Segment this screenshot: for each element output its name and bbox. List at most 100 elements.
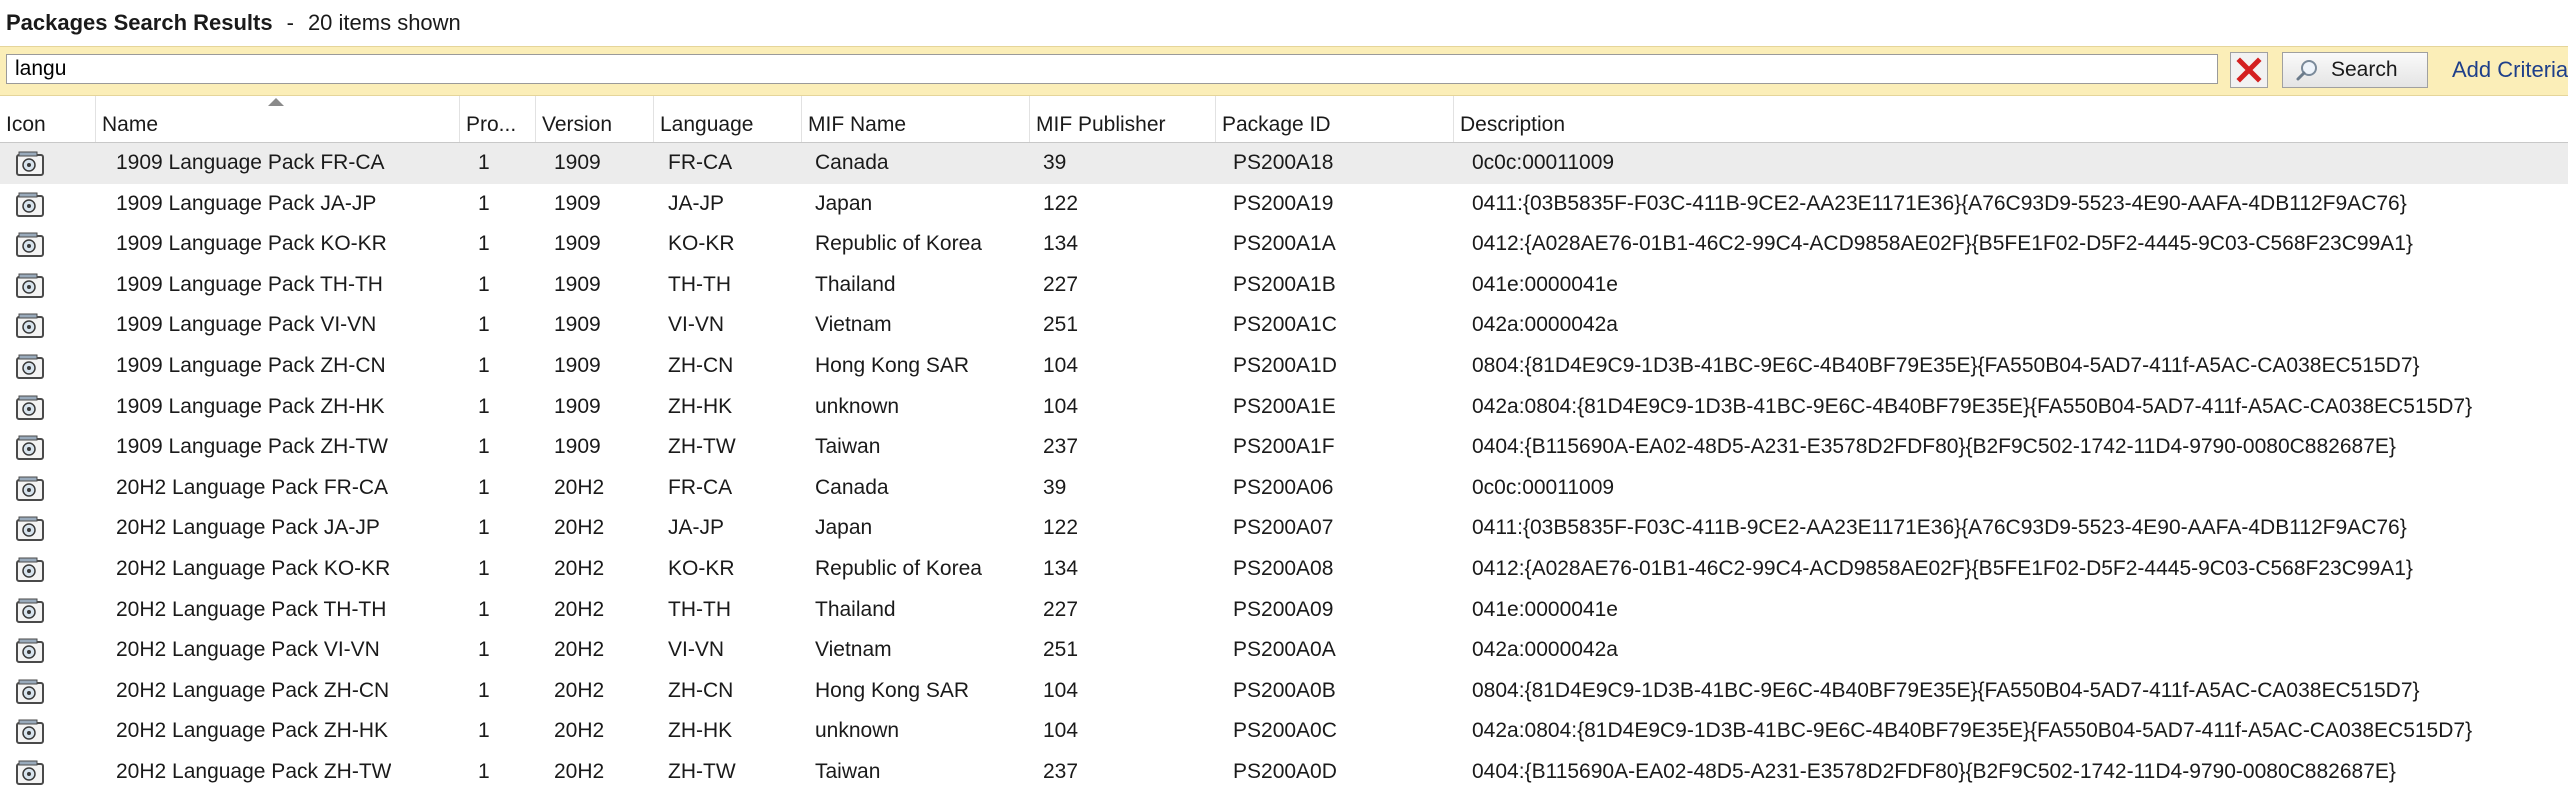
version-cell: 20H2 (554, 638, 605, 662)
version-cell: 1909 (554, 272, 601, 296)
table-row[interactable]: 1909 Language Pack FR-CA 1 1909 FR-CA Canada… (0, 143, 2568, 184)
mif-name-cell: Hong Kong SAR (815, 353, 970, 377)
mif-name-cell: Republic of Korea (815, 232, 982, 256)
table-row[interactable]: 20H2 Language Pack JA-JP 1 20H2 JA-JP Japan 1… (0, 508, 2568, 549)
mif-name-cell: Canada (815, 475, 889, 499)
mif-publisher-cell: 104 (1043, 394, 1079, 418)
pro-cell: 1 (478, 232, 490, 256)
mif-name-cell: Hong Kong SAR (815, 678, 970, 702)
name-cell: 20H2 Language Pack TH-TH (116, 597, 387, 621)
package-icon (16, 435, 44, 461)
name-cell: 20H2 Language Pack ZH-TW (116, 759, 392, 783)
package-icon (16, 598, 44, 623)
pro-cell: 1 (478, 191, 490, 215)
search-button[interactable]: Search (2282, 52, 2428, 88)
package-icon (16, 354, 44, 379)
grid-header: Icon Name Pro... Version Language MIF Na… (0, 96, 2568, 143)
table-row[interactable]: 1909 Language Pack KO-KR 1 1909 KO-KR Republ… (0, 224, 2568, 265)
package-id-cell: PS200A09 (1233, 597, 1334, 621)
table-row[interactable]: 1909 Language Pack ZH-CN 1 1909 ZH-CN Hong K… (0, 346, 2568, 387)
pro-cell: 1 (478, 353, 490, 377)
description-cell: 041e:0000041e (1472, 597, 1618, 621)
table-row[interactable]: 20H2 Language Pack VI-VN 1 20H2 VI-VN Vietna… (0, 630, 2568, 671)
column-header-icon[interactable]: Icon (0, 96, 96, 142)
results-title: Packages Search Results (6, 10, 273, 35)
column-header-mif-name[interactable]: MIF Name (802, 96, 1030, 142)
package-icon (16, 192, 44, 217)
package-icon (16, 638, 44, 664)
table-row[interactable]: 1909 Language Pack ZH-TW 1 1909 ZH-TW Taiwan… (0, 427, 2568, 468)
language-cell: ZH-HK (668, 394, 733, 418)
add-criteria-link[interactable]: Add Criteria (2452, 57, 2568, 83)
mif-name-cell: Vietnam (815, 313, 892, 337)
name-cell: 1909 Language Pack JA-JP (116, 191, 377, 215)
language-cell: JA-JP (668, 516, 725, 540)
table-row[interactable]: 20H2 Language Pack TH-TH 1 20H2 TH-TH Thaila… (0, 590, 2568, 631)
results-title-bar: Packages Search Results - 20 items shown (0, 0, 2568, 46)
package-id-cell: PS200A0C (1233, 719, 1337, 743)
mif-name-cell: Taiwan (815, 759, 881, 783)
package-id-cell: PS200A1E (1233, 394, 1336, 418)
column-header-mif-publisher[interactable]: MIF Publisher (1030, 96, 1216, 142)
pro-cell: 1 (478, 638, 490, 662)
language-cell: ZH-CN (668, 678, 734, 702)
description-cell: 042a:0000042a (1472, 638, 1618, 662)
language-cell: ZH-TW (668, 435, 736, 459)
search-input[interactable] (6, 54, 2218, 84)
column-header-version[interactable]: Version (536, 96, 654, 142)
table-row[interactable]: 1909 Language Pack JA-JP 1 1909 JA-JP Japan 1… (0, 184, 2568, 225)
description-cell: 0411:{03B5835F-F03C-411B-9CE2-AA23E1171E… (1472, 516, 2407, 540)
package-icon (16, 760, 44, 785)
version-cell: 20H2 (554, 556, 605, 580)
table-row[interactable]: 20H2 Language Pack ZH-CN 1 20H2 ZH-CN Hong K… (0, 671, 2568, 712)
language-cell: ZH-HK (668, 719, 733, 743)
description-cell: 041e:0000041e (1472, 272, 1618, 296)
items-count: 20 items shown (307, 10, 461, 35)
mif-publisher-cell: 104 (1043, 353, 1079, 377)
table-row[interactable]: 20H2 Language Pack ZH-HK 1 20H2 ZH-HK unknow… (0, 711, 2568, 752)
mif-publisher-cell: 39 (1043, 475, 1067, 499)
mif-publisher-cell: 122 (1043, 516, 1079, 540)
version-cell: 1909 (554, 232, 601, 256)
name-cell: 1909 Language Pack FR-CA (116, 151, 385, 174)
column-header-pro[interactable]: Pro... (460, 96, 536, 142)
clear-search-button[interactable] (2230, 52, 2268, 88)
mif-name-cell: Canada (815, 151, 889, 174)
table-row[interactable]: 20H2 Language Pack FR-CA 1 20H2 FR-CA Canada… (0, 468, 2568, 509)
package-id-cell: PS200A0D (1233, 759, 1337, 783)
version-cell: 1909 (554, 353, 601, 377)
table-row[interactable]: 1909 Language Pack ZH-HK 1 1909 ZH-HK unknow… (0, 387, 2568, 428)
description-cell: 0c0c:00011009 (1472, 151, 1615, 174)
version-cell: 20H2 (554, 475, 605, 499)
column-header-description[interactable]: Description (1454, 96, 2568, 142)
version-cell: 1909 (554, 435, 601, 459)
version-cell: 20H2 (554, 759, 605, 783)
table-row[interactable]: 20H2 Language Pack ZH-TW 1 20H2 ZH-TW Taiwan… (0, 752, 2568, 793)
pro-cell: 1 (478, 272, 490, 296)
mif-publisher-cell: 39 (1043, 151, 1067, 174)
version-cell: 1909 (554, 313, 601, 337)
pro-cell: 1 (478, 475, 490, 499)
table-row[interactable]: 1909 Language Pack VI-VN 1 1909 VI-VN Vietna… (0, 305, 2568, 346)
name-cell: 20H2 Language Pack VI-VN (116, 638, 380, 662)
language-cell: ZH-CN (668, 353, 734, 377)
name-cell: 1909 Language Pack ZH-TW (116, 435, 388, 459)
package-id-cell: PS200A1F (1233, 435, 1335, 459)
description-cell: 0c0c:00011009 (1472, 475, 1615, 499)
language-cell: TH-TH (668, 272, 731, 296)
table-row[interactable]: 1909 Language Pack TH-TH 1 1909 TH-TH Thaila… (0, 265, 2568, 306)
package-id-cell: PS200A19 (1233, 191, 1334, 215)
mif-name-cell: Japan (815, 516, 873, 540)
name-cell: 20H2 Language Pack ZH-CN (116, 678, 390, 702)
mif-publisher-cell: 104 (1043, 719, 1079, 743)
mif-name-cell: Thailand (815, 597, 896, 621)
table-row[interactable]: 20H2 Language Pack KO-KR 1 20H2 KO-KR Republ… (0, 549, 2568, 590)
column-header-language[interactable]: Language (654, 96, 802, 142)
package-icon (16, 557, 44, 582)
mif-name-cell: Republic of Korea (815, 556, 982, 580)
description-cell: 0404:{B115690A-EA02-48D5-A231-E3578D2FDF… (1472, 759, 2396, 783)
column-header-package-id[interactable]: Package ID (1216, 96, 1454, 142)
package-id-cell: PS200A08 (1233, 556, 1334, 580)
pro-cell: 1 (478, 678, 490, 702)
mif-name-cell: Japan (815, 191, 873, 215)
